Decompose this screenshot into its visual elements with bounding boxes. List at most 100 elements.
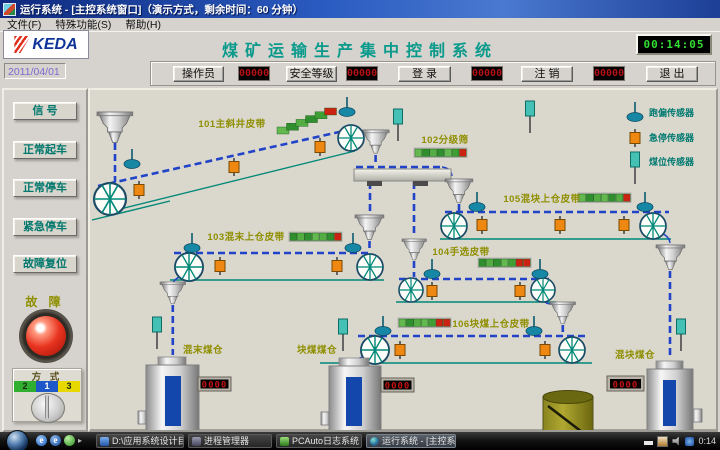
deviation-sensor-icon [124,149,140,169]
legend-estop-label: 急停传感器 [649,132,695,143]
bunker-fines-display: 0000 [198,377,231,391]
slime-bin [543,391,593,431]
quick-launch: e e ▸ [36,435,82,446]
header: KEDA 煤矿运输生产集中控制系统 00:14:05 [0,32,720,60]
normal-start-button[interactable]: 正常起车 [13,141,77,159]
belt-status-104 [478,258,531,268]
estop-sensor-icon [477,216,487,234]
deviation-sensor-legend-icon [627,102,643,122]
task-folder-window[interactable]: D:\应用系统设计目... [96,434,184,448]
countdown-timer-display: 00:14:05 [636,34,712,55]
normal-stop-button[interactable]: 正常停车 [13,179,77,197]
estop-sensor-icon [555,216,565,234]
scada-application-window: 运行系统 - [主控系统窗口]（演示方式，剩余时间：60 分钟） 文件(F) 特… [0,0,720,450]
svg-text:0000: 0000 [202,381,228,391]
mode-selector: 方 式 2 1 3 [12,368,82,422]
login-button[interactable]: 登 录 [398,66,451,82]
pulley-103-left [175,253,203,281]
tray-clock: 0:14 [698,436,718,446]
pulley-106-right [559,337,585,363]
fault-reset-button[interactable]: 故障复位 [13,255,77,273]
signal-button[interactable]: 信 号 [13,102,77,120]
operator-button[interactable]: 操作员 [173,66,224,82]
pulley-103-right [357,254,383,280]
estop-sensor-icon [229,158,239,176]
legend-coal-level-label: 煤位传感器 [649,156,695,167]
bunker-lump: 0000 [321,358,414,430]
tray-volume-icon[interactable] [672,437,681,446]
operator-display: 00000 [238,66,270,81]
mode-option-2: 2 [14,381,36,392]
hopper-103-discharge [160,282,186,304]
running-system-task-icon [370,437,379,446]
logout-button[interactable]: 注 销 [521,66,573,82]
estop-sensor-icon [427,282,437,300]
belt-status-103 [289,232,342,242]
app-launcher-icon[interactable] [64,435,75,446]
system-tray: 0:14 [644,434,718,448]
bunker-mixed-label: 混块煤仓 [615,349,655,361]
estop-sensor-legend-icon [630,129,640,147]
coal-level-sensor-icon [677,319,686,351]
exit-button[interactable]: 退 出 [646,66,698,82]
conveyor-diagram: 101主斜井皮带 102分级筛 103混末上仓皮带 104手选皮带 105混块上… [90,90,716,430]
date-field[interactable]: 2011/04/01 [4,63,66,79]
os-taskbar: e e ▸ D:\应用系统设计目... 进程管理器 PCAuto日志系统 运行系… [0,432,720,450]
tray-window-icon[interactable] [644,441,653,445]
quick-launch-expand-icon[interactable]: ▸ [78,436,82,445]
pulley-101-left [94,183,126,215]
mode-rotary-switch[interactable] [31,393,65,423]
hopper-105-discharge [656,245,685,270]
hopper-to-screen [362,130,389,153]
hopper-screen-left [355,215,384,240]
bunker-mixed-display: 0000 [607,376,644,391]
mode-option-3: 3 [58,381,80,392]
belt-103-lines [170,241,384,355]
deviation-sensor-icon [637,192,653,212]
deviation-sensor-icon [424,259,440,279]
hopper-screen-right [445,179,473,203]
task-process-manager[interactable]: 进程管理器 [188,434,272,448]
process-mimic-panel: 101主斜井皮带 102分级筛 103混末上仓皮带 104手选皮带 105混块上… [88,88,718,432]
bunker-fines: 0000 [138,357,231,430]
belt-106-label: 106块煤上仓皮带 [452,318,529,330]
hopper-104-discharge [550,302,576,324]
browser-icon[interactable]: e [36,435,47,446]
sensor-legend: 跑偏传感器 急停传感器 煤位传感器 [627,102,695,184]
deviation-sensor-icon [339,97,355,117]
task-pcauto-log[interactable]: PCAuto日志系统 [276,434,362,448]
menu-help[interactable]: 帮助(H) [118,17,168,32]
login-group: 操作员 00000 安全等级 00000 登 录 00000 注 销 00000… [150,61,716,86]
screen-102-label: 102分级筛 [421,134,468,146]
belt-105-label: 105混块上仓皮带 [503,193,580,205]
menu-bar: 文件(F) 特殊功能(S) 帮助(H) [0,18,720,32]
tray-input-method-icon[interactable] [657,436,668,447]
legend-deviation-label: 跑偏传感器 [649,107,695,118]
mode-options: 2 1 3 [14,381,80,392]
estop-sensor-icon [540,341,550,359]
fault-alarm-lamp-lens [26,316,66,356]
svg-text:0000: 0000 [385,382,411,392]
emergency-stop-button[interactable]: 紧急停车 [13,218,77,236]
start-button[interactable] [6,430,29,450]
page-title: 煤矿运输生产集中控制系统 [150,37,570,61]
coal-level-sensor-icon [339,319,348,351]
tray-network-icon[interactable] [685,437,694,446]
deviation-sensor-icon [532,259,548,279]
deviation-sensor-icon [469,192,485,212]
fault-alarm-lamp [19,309,73,363]
window-titlebar: 运行系统 - [主控系统窗口]（演示方式，剩余时间：60 分钟） [0,0,720,18]
svg-text:0000: 0000 [613,381,639,391]
browser2-icon[interactable]: e [50,435,61,446]
bunker-mixed: 0000 [607,361,702,430]
belt-status-102 [414,148,467,158]
bunker-fines-label: 混末煤仓 [183,344,223,356]
pulley-105-right [640,213,666,239]
logout-display: 00000 [593,66,625,81]
security-level-button[interactable]: 安全等级 [286,66,337,82]
task-running-system[interactable]: 运行系统 - [主控系... [366,434,456,448]
coal-level-sensor-legend-icon [631,152,640,184]
belt-status-101 [277,108,337,134]
estop-sensor-icon [134,181,144,199]
control-sidebar: 信 号 正常起车 正常停车 紧急停车 故障复位 故 障 方 式 2 1 3 [2,88,88,432]
